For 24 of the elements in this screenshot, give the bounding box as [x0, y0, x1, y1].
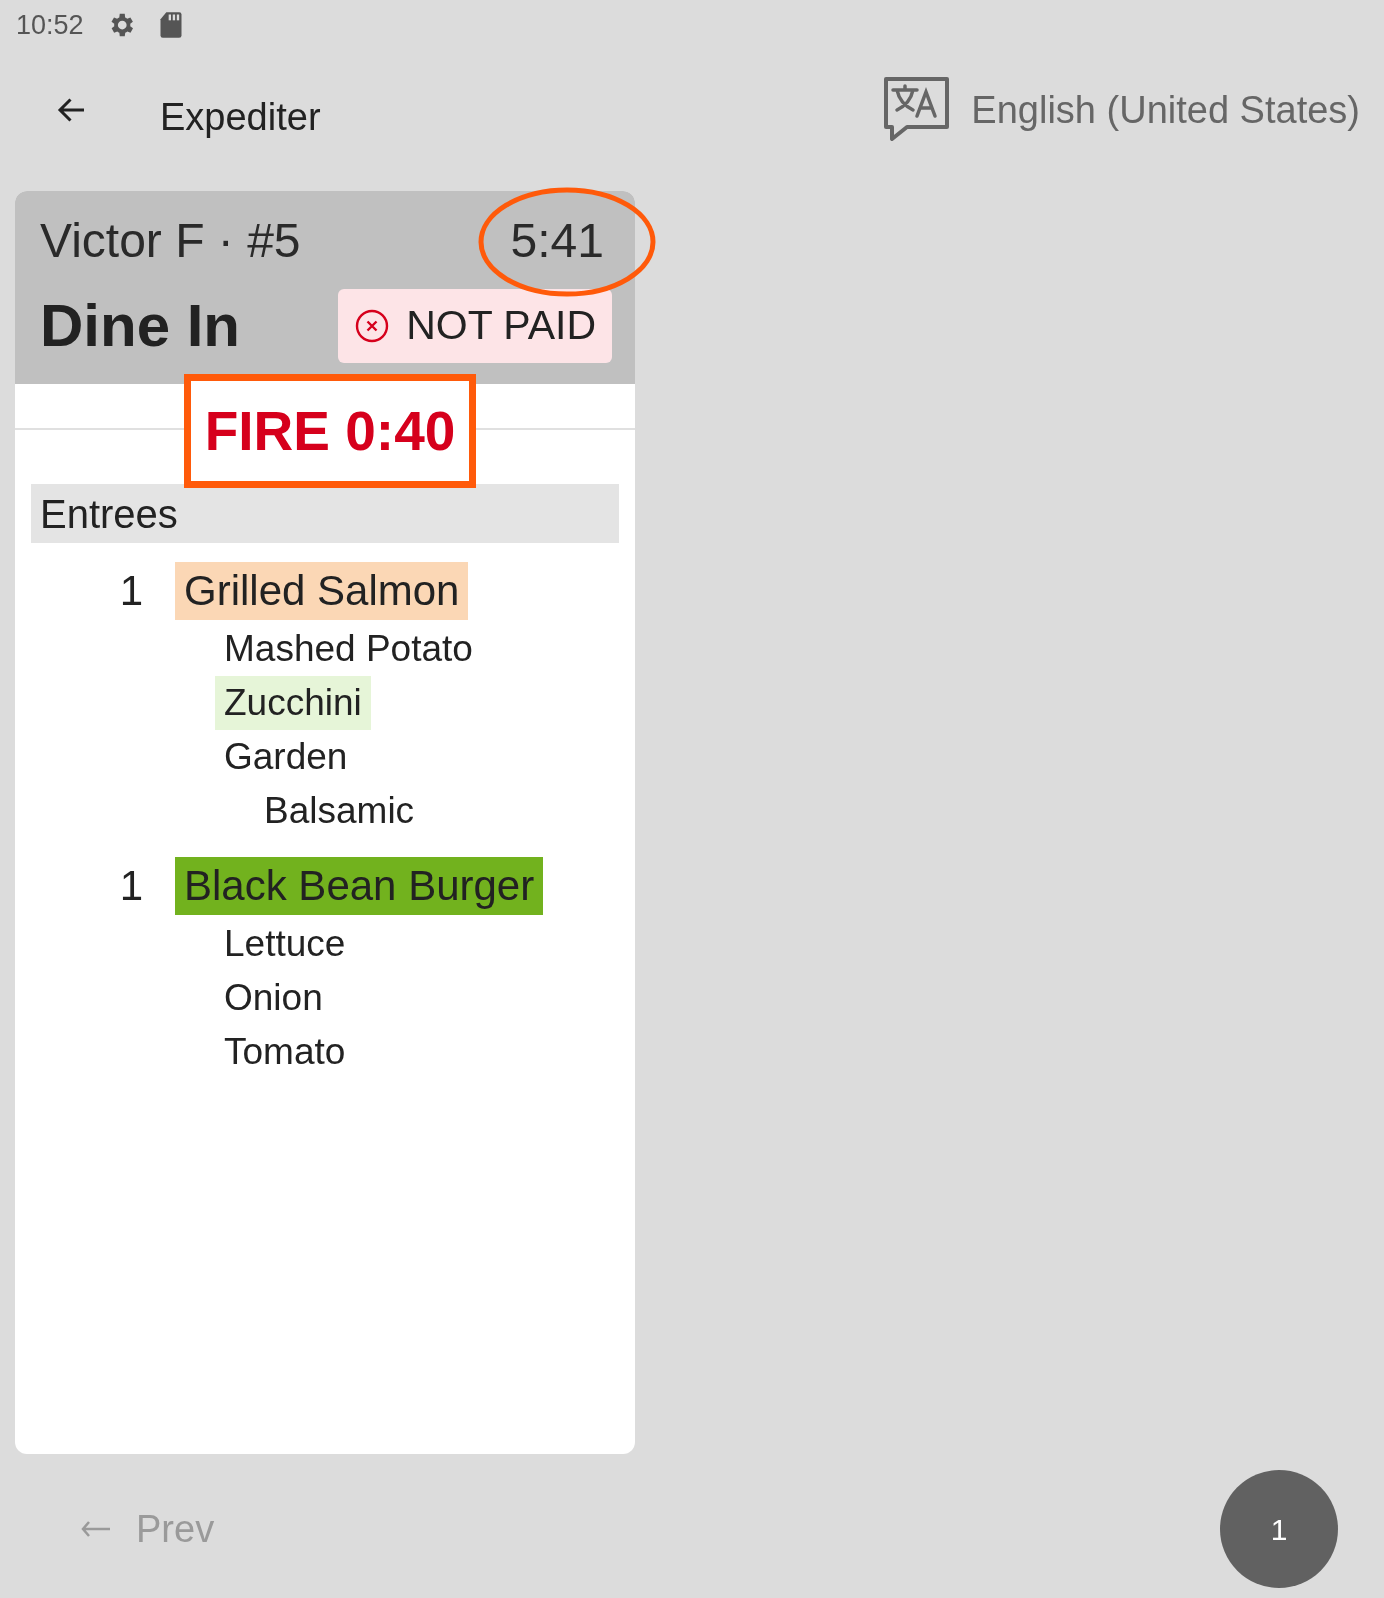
modifier-name: Mashed Potato: [223, 627, 474, 672]
modifier-name: Tomato: [223, 1030, 347, 1075]
item-name: Black Bean Burger: [175, 856, 544, 915]
order-type: Dine In: [40, 291, 240, 361]
modifier-name: Onion: [223, 976, 324, 1021]
item-quantity: 1: [118, 861, 144, 911]
ticket-heading: Victor F · #5: [40, 213, 301, 269]
section-header: Entrees: [31, 484, 619, 543]
modifier-name: Balsamic: [263, 789, 416, 834]
payment-badge: NOT PAID: [338, 289, 612, 363]
elapsed-time: 5:41: [510, 213, 604, 269]
screen-title: Expediter: [160, 95, 321, 140]
item-name: Grilled Salmon: [175, 561, 469, 620]
item-quantity: 1: [118, 566, 144, 616]
left-arrow-icon: [80, 1519, 112, 1539]
language-button[interactable]: English (United States): [881, 76, 1360, 144]
page-indicator[interactable]: 1: [1220, 1470, 1338, 1588]
modifier-name: Lettuce: [223, 922, 347, 967]
modifier-name: Garden: [223, 735, 349, 780]
translate-icon: [881, 76, 952, 144]
modifier-name: Zucchini: [215, 676, 371, 730]
status-time: 10:52: [16, 8, 84, 42]
x-circle-icon: [354, 308, 391, 344]
fire-timer: FIRE 0:40: [204, 398, 456, 464]
